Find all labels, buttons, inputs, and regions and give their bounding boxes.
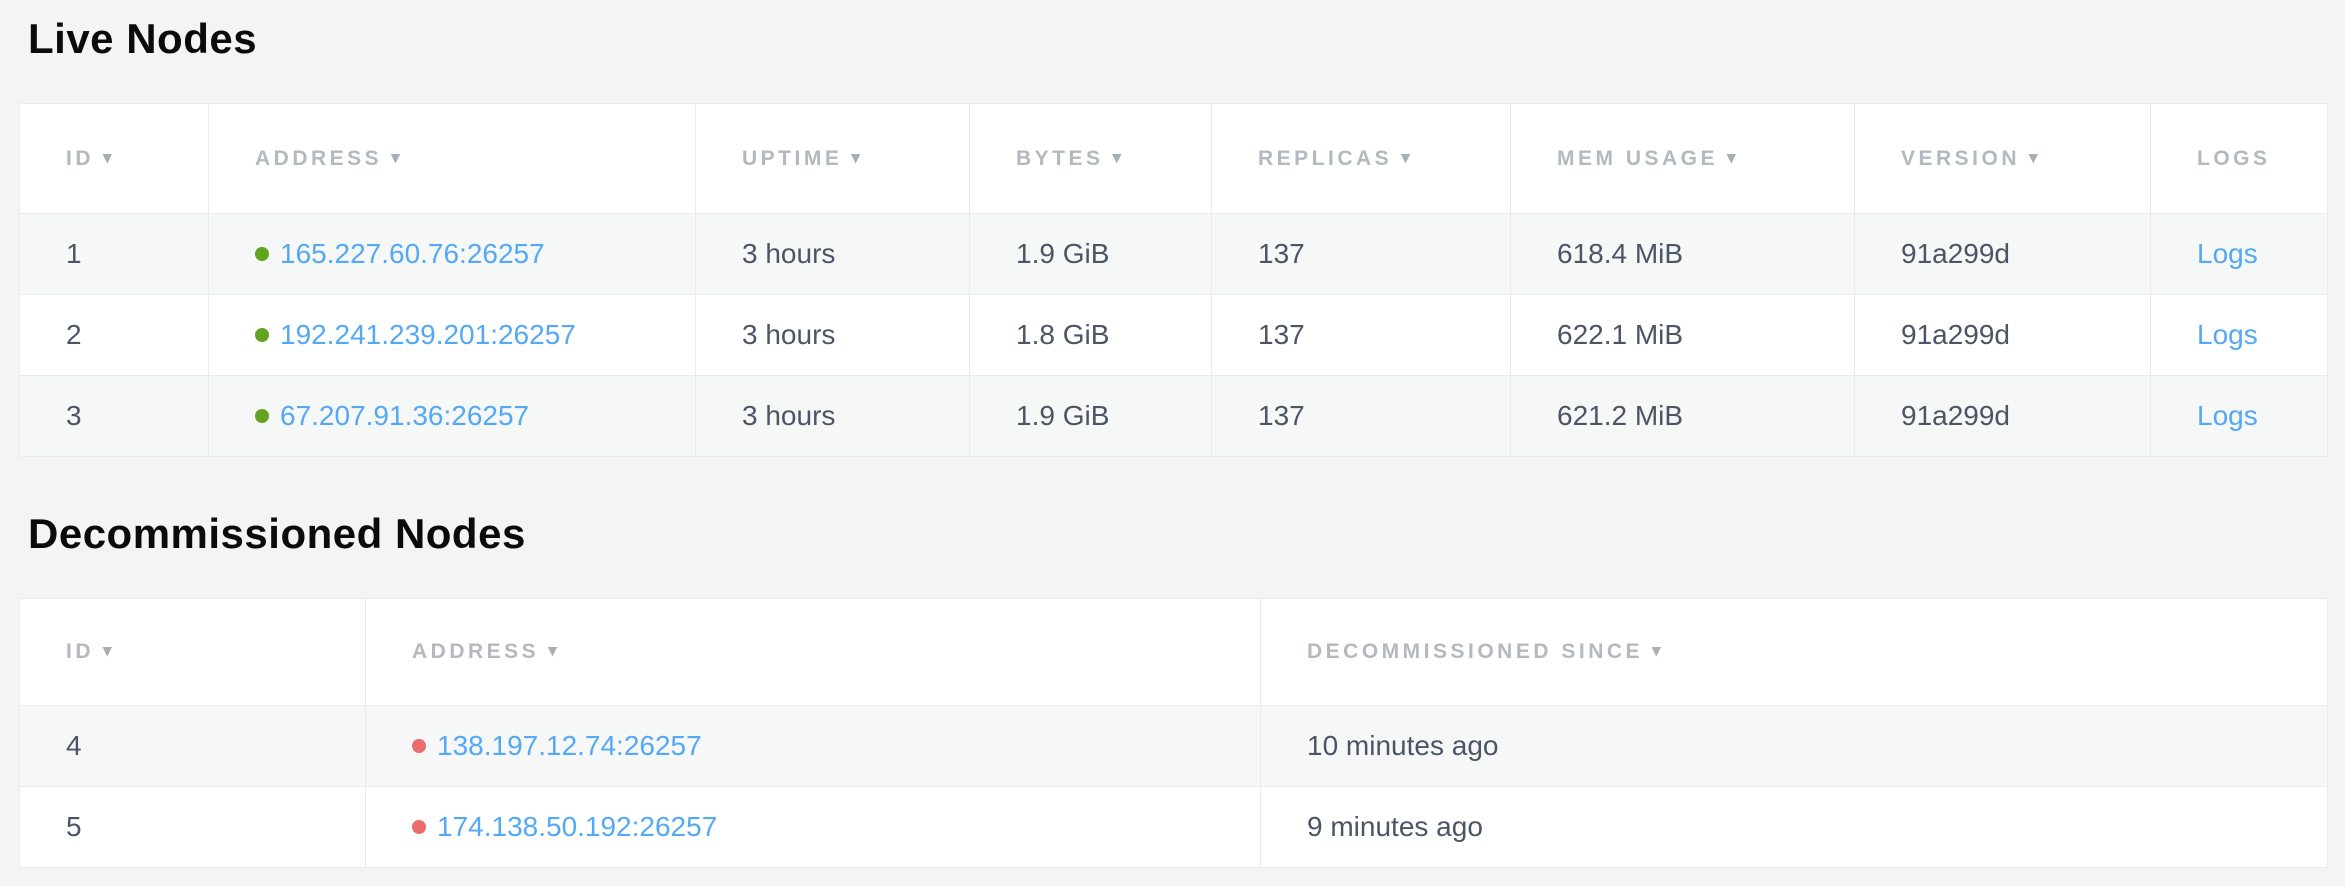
node-address-link[interactable]: 192.241.239.201:26257 — [280, 319, 576, 350]
sort-arrow-icon: ▾ — [391, 148, 400, 168]
node-decommissioned-since-cell: 10 minutes ago — [1261, 706, 2328, 787]
col-header-logs: LOGS — [2151, 104, 2328, 214]
node-address-cell: 138.197.12.74:26257 — [366, 706, 1261, 787]
col-header-label: REPLICAS — [1258, 147, 1392, 170]
col-header-decommissioned-since[interactable]: DECOMMISSIONED SINCE ▾ — [1261, 599, 2328, 706]
col-header-label: DECOMMISSIONED SINCE — [1307, 640, 1643, 663]
node-replicas-cell: 137 — [1212, 376, 1511, 457]
sort-arrow-icon: ▾ — [1113, 148, 1122, 168]
node-uptime-cell: 3 hours — [696, 376, 970, 457]
logs-link[interactable]: Logs — [2197, 400, 2258, 431]
node-uptime-cell: 3 hours — [696, 214, 970, 295]
sort-arrow-icon: ▾ — [548, 641, 557, 661]
decommissioned-nodes-heading: Decommissioned Nodes — [28, 513, 2327, 555]
node-live-status-icon — [255, 247, 269, 261]
node-decommissioned-status-icon — [412, 739, 426, 753]
node-decommissioned-status-icon — [412, 820, 426, 834]
node-logs-cell: Logs — [2151, 214, 2328, 295]
col-header-mem-usage[interactable]: MEM USAGE ▾ — [1511, 104, 1855, 214]
live-node-row: 1 165.227.60.76:26257 3 hours 1.9 GiB 13… — [20, 214, 2328, 295]
sort-arrow-icon: ▾ — [1401, 148, 1410, 168]
node-address-link[interactable]: 174.138.50.192:26257 — [437, 811, 717, 842]
node-mem-usage-cell: 618.4 MiB — [1511, 214, 1855, 295]
sort-arrow-icon: ▾ — [851, 148, 860, 168]
node-bytes-cell: 1.8 GiB — [970, 295, 1212, 376]
node-address-link[interactable]: 67.207.91.36:26257 — [280, 400, 529, 431]
live-node-row: 2 192.241.239.201:26257 3 hours 1.8 GiB … — [20, 295, 2328, 376]
node-id-cell: 2 — [20, 295, 209, 376]
col-header-label: MEM USAGE — [1557, 147, 1718, 170]
node-live-status-icon — [255, 409, 269, 423]
node-uptime-cell: 3 hours — [696, 295, 970, 376]
live-node-row: 3 67.207.91.36:26257 3 hours 1.9 GiB 137… — [20, 376, 2328, 457]
node-address-link[interactable]: 138.197.12.74:26257 — [437, 730, 702, 761]
node-bytes-cell: 1.9 GiB — [970, 376, 1212, 457]
col-header-address[interactable]: ADDRESS ▾ — [366, 599, 1261, 706]
node-id-cell: 5 — [20, 787, 366, 868]
col-header-replicas[interactable]: REPLICAS ▾ — [1212, 104, 1511, 214]
sort-arrow-icon: ▾ — [103, 641, 112, 661]
node-version-cell: 91a299d — [1855, 295, 2151, 376]
node-version-cell: 91a299d — [1855, 376, 2151, 457]
col-header-label: ID — [66, 147, 94, 170]
node-mem-usage-cell: 621.2 MiB — [1511, 376, 1855, 457]
col-header-label: ID — [66, 640, 94, 663]
col-header-label: ADDRESS — [255, 147, 382, 170]
node-version-cell: 91a299d — [1855, 214, 2151, 295]
col-header-bytes[interactable]: BYTES ▾ — [970, 104, 1212, 214]
live-nodes-header-row: ID ▾ ADDRESS ▾ UPTIME ▾ BYTES ▾ REPLICAS ▾ ME… — [20, 104, 2328, 214]
node-address-cell: 67.207.91.36:26257 — [209, 376, 696, 457]
node-address-cell: 174.138.50.192:26257 — [366, 787, 1261, 868]
col-header-id[interactable]: ID ▾ — [20, 104, 209, 214]
node-logs-cell: Logs — [2151, 376, 2328, 457]
sort-arrow-icon: ▾ — [1727, 148, 1736, 168]
node-decommissioned-since-cell: 9 minutes ago — [1261, 787, 2328, 868]
node-address-link[interactable]: 165.227.60.76:26257 — [280, 238, 545, 269]
logs-link[interactable]: Logs — [2197, 238, 2258, 269]
node-address-cell: 165.227.60.76:26257 — [209, 214, 696, 295]
node-mem-usage-cell: 622.1 MiB — [1511, 295, 1855, 376]
col-header-label: VERSION — [1901, 147, 2020, 170]
decommissioned-nodes-table: ID ▾ ADDRESS ▾ DECOMMISSIONED SINCE ▾ 4 138… — [19, 598, 2328, 868]
node-id-cell: 1 — [20, 214, 209, 295]
col-header-label: BYTES — [1016, 147, 1104, 170]
col-header-label: UPTIME — [742, 147, 842, 170]
cluster-nodes-page: Live Nodes ID ▾ ADDRESS ▾ UPTIME ▾ BYTES ▾ R… — [0, 0, 2345, 868]
sort-arrow-icon: ▾ — [1652, 641, 1661, 661]
col-header-label: LOGS — [2197, 147, 2271, 170]
col-header-label: ADDRESS — [412, 640, 539, 663]
node-live-status-icon — [255, 328, 269, 342]
node-logs-cell: Logs — [2151, 295, 2328, 376]
node-id-cell: 4 — [20, 706, 366, 787]
col-header-address[interactable]: ADDRESS ▾ — [209, 104, 696, 214]
decommissioned-node-row: 5 174.138.50.192:26257 9 minutes ago — [20, 787, 2328, 868]
live-nodes-heading: Live Nodes — [28, 18, 2327, 60]
sort-arrow-icon: ▾ — [103, 148, 112, 168]
node-address-cell: 192.241.239.201:26257 — [209, 295, 696, 376]
decommissioned-node-row: 4 138.197.12.74:26257 10 minutes ago — [20, 706, 2328, 787]
col-header-id[interactable]: ID ▾ — [20, 599, 366, 706]
col-header-uptime[interactable]: UPTIME ▾ — [696, 104, 970, 214]
decommissioned-nodes-header-row: ID ▾ ADDRESS ▾ DECOMMISSIONED SINCE ▾ — [20, 599, 2328, 706]
col-header-version[interactable]: VERSION ▾ — [1855, 104, 2151, 214]
logs-link[interactable]: Logs — [2197, 319, 2258, 350]
sort-arrow-icon: ▾ — [2029, 148, 2038, 168]
node-id-cell: 3 — [20, 376, 209, 457]
node-replicas-cell: 137 — [1212, 214, 1511, 295]
node-replicas-cell: 137 — [1212, 295, 1511, 376]
live-nodes-table: ID ▾ ADDRESS ▾ UPTIME ▾ BYTES ▾ REPLICAS ▾ ME… — [19, 103, 2328, 457]
node-bytes-cell: 1.9 GiB — [970, 214, 1212, 295]
